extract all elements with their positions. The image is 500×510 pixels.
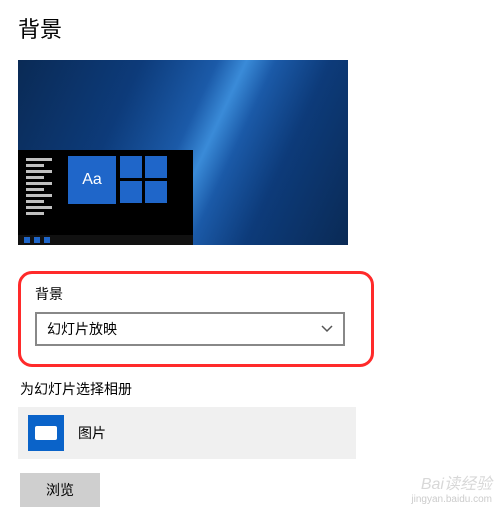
chevron-down-icon bbox=[321, 323, 333, 335]
accent-tile: Aa bbox=[68, 156, 116, 204]
background-label: 背景 bbox=[35, 284, 357, 304]
taskbar-preview bbox=[18, 235, 193, 245]
pictures-folder-icon bbox=[28, 415, 64, 451]
background-preview: Aa bbox=[18, 60, 348, 245]
background-select-value: 幻灯片放映 bbox=[47, 319, 117, 339]
album-folder-row[interactable]: 图片 bbox=[18, 407, 356, 459]
page-title: 背景 bbox=[18, 12, 482, 44]
tile bbox=[145, 181, 167, 203]
start-menu-preview: Aa bbox=[18, 150, 193, 245]
tile bbox=[145, 156, 167, 178]
start-menu-list bbox=[26, 156, 60, 227]
watermark: Bai读经验 jingyan.baidu.com bbox=[411, 475, 492, 506]
tile bbox=[120, 181, 142, 203]
album-folder-name: 图片 bbox=[78, 423, 106, 443]
watermark-url: jingyan.baidu.com bbox=[411, 494, 492, 506]
album-section-label: 为幻灯片选择相册 bbox=[20, 379, 482, 399]
background-dropdown-section: 背景 幻灯片放映 bbox=[18, 271, 374, 367]
background-select[interactable]: 幻灯片放映 bbox=[35, 312, 345, 346]
start-tiles: Aa bbox=[68, 156, 167, 227]
watermark-brand: Bai读经验 bbox=[411, 475, 492, 494]
browse-button[interactable]: 浏览 bbox=[20, 473, 100, 507]
tile bbox=[120, 156, 142, 178]
